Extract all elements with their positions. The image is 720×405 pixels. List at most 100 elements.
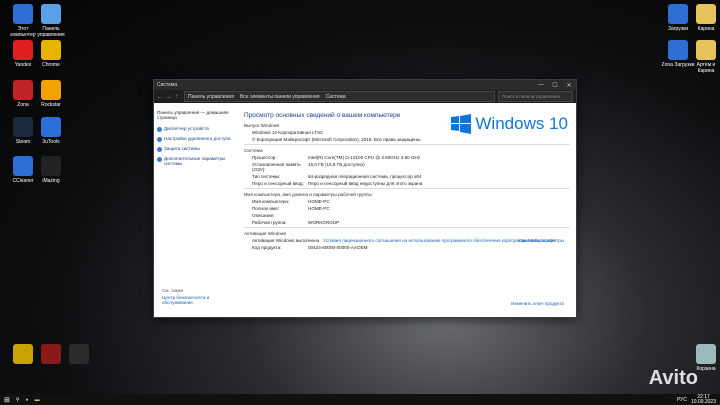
windows-logo-text: Windows 10 [475,114,568,133]
desktop-icon[interactable]: iMazing [33,156,69,184]
app-icon [13,4,33,24]
row-value: Перо и сенсорный ввод недоступны для это… [308,181,423,186]
system-header: Система [244,148,263,153]
see-also: См. также Центр безопасности и обслужива… [162,288,238,305]
shield-icon [157,127,162,132]
app-icon [13,40,33,60]
sidebar-item-remote[interactable]: Настройка удаленного доступа [157,136,235,142]
activation-header: Активация Windows [244,231,287,236]
system-row: Установленная память (ОЗУ): 16,0 ГБ (15,8… [252,162,570,172]
app-icon [69,344,89,364]
app-icon [13,117,33,137]
shield-icon [157,137,162,142]
product-key-row: Код продукта: 00424-80000-00000-AAOEM [252,245,368,250]
up-arrow-icon[interactable]: ↑ [175,94,181,100]
search-input[interactable]: Поиск в панели управления [498,91,573,102]
name-row: Полное имя: HOME-PC [252,206,570,211]
desktop-icon[interactable] [61,344,97,366]
app-icon [13,344,33,364]
search-icon[interactable]: ⚲ [16,397,20,403]
desktop-icon-label: Карина [697,26,715,32]
app-icon [668,40,688,60]
name-row: Имя компьютера: HOME-PC [252,199,570,204]
windows-icon [451,114,472,134]
system-tray: РУС 22:17 10.09.2023 [677,394,716,405]
desktop-icon[interactable]: Карина [688,4,720,32]
desktop-icon[interactable]: Панель управления [33,4,69,38]
title-bar[interactable]: Система — ☐ ✕ [154,80,576,90]
desktop-icon-label: Rockstar [41,102,61,108]
row-value: Intel(R) Core(TM) i3-10100 CPU @ 3.60GHz… [308,155,421,160]
folder-taskbar-icon[interactable]: ▬ [35,397,40,403]
system-row: Процессор: Intel(R) Core(TM) i3-10100 CPU… [252,155,570,160]
copyright: © Корпорация Майкрософт (Microsoft Corpo… [252,137,422,142]
desktop-icon-label: iMazing [42,178,60,184]
lang-indicator[interactable]: РУС [677,397,687,403]
row-label: Описание: [252,213,275,218]
window-title: Система [157,82,178,88]
app-icon [696,40,716,60]
breadcrumb-item[interactable]: Все элементы панели управления [240,94,320,100]
app-icon [41,80,61,100]
row-value: 16,0 ГБ (15,8 ГБ доступно) [308,162,365,167]
sidebar-item-protection[interactable]: Защита системы [157,146,235,152]
desktop-icon-label: 3uTools [42,139,60,145]
close-button[interactable]: ✕ [562,82,576,89]
desktop-icon[interactable]: Rockstar [33,80,69,108]
row-label: Рабочая группа: [252,220,287,225]
system-window: Система — ☐ ✕ ← → ↑ Панель управления Вс… [153,79,577,318]
shield-icon [157,157,162,162]
app-icon [13,156,33,176]
desktop-icon-label: Chrome [42,62,60,68]
row-label: Процессор: [252,155,277,160]
system-row: Тип системы: 64-разрядная операционная си… [252,174,570,179]
sidebar-item-device-manager[interactable]: Диспетчер устройств [157,126,235,132]
app-icon [41,344,61,364]
row-label: Полное имя: [252,206,279,211]
row-label: Установленная память (ОЗУ): [252,162,301,172]
name-row: Описание: [252,213,570,218]
security-center-link[interactable]: Центр безопасности и обслуживания [162,295,238,305]
sidebar-item-advanced[interactable]: Дополнительные параметры системы [157,156,235,166]
minimize-button[interactable]: — [534,82,548,88]
control-panel-home-link[interactable]: Панель управления — домашняя страница [157,110,235,120]
address-bar: ← → ↑ Панель управления Все элементы пан… [154,90,576,103]
clock[interactable]: 22:17 10.09.2023 [691,394,716,405]
name-header: Имя компьютера, имя домена и параметры р… [244,192,372,197]
name-row: Рабочая группа: WORKGROUP [252,220,570,225]
app-icon [41,4,61,24]
breadcrumb[interactable]: Панель управления Все элементы панели уп… [184,91,495,102]
app-icon [13,80,33,100]
see-also-title: См. также [162,288,184,293]
windows-logo: Windows 10 [451,114,568,134]
system-row: Перо и сенсорный ввод: Перо и сенсорный в… [252,181,570,186]
desktop-icon[interactable]: Артём и Карина [688,40,720,74]
app-icon [41,117,61,137]
app-icon [41,156,61,176]
desktop-icon[interactable]: 3uTools [33,117,69,145]
row-value: 64-разрядная операционная система, проце… [308,174,422,179]
forward-arrow-icon[interactable]: → [166,94,172,100]
breadcrumb-item[interactable]: Панель управления [188,94,234,100]
change-key-link[interactable]: Изменить ключ продукта [511,301,564,306]
shield-icon [157,147,162,152]
row-value: WORKGROUP [308,220,340,225]
back-arrow-icon[interactable]: ← [157,94,163,100]
app-icon [696,344,716,364]
row-value: HOME-PC [308,199,330,204]
start-button[interactable]: ⊞ [4,396,10,404]
app-icon [41,40,61,60]
row-label: Имя компьютера: [252,199,290,204]
desktop-icon[interactable]: Chrome [33,40,69,68]
row-label: Перо и сенсорный ввод: [252,181,304,186]
change-params-link[interactable]: Изменить параметры [518,238,564,243]
desktop-icon-label: Артём и Карина [696,62,716,74]
breadcrumb-item[interactable]: Система [326,94,346,100]
app-icon [696,4,716,24]
maximize-button[interactable]: ☐ [548,82,562,89]
chrome-taskbar-icon[interactable]: ● [26,397,29,403]
desktop-icon-label: Панель управления [37,26,65,38]
sidebar: Панель управления — домашняя страница Ди… [154,104,238,317]
app-icon [668,4,688,24]
taskbar: ⊞ ⚲ ● ▬ РУС 22:17 10.09.2023 [0,394,720,405]
